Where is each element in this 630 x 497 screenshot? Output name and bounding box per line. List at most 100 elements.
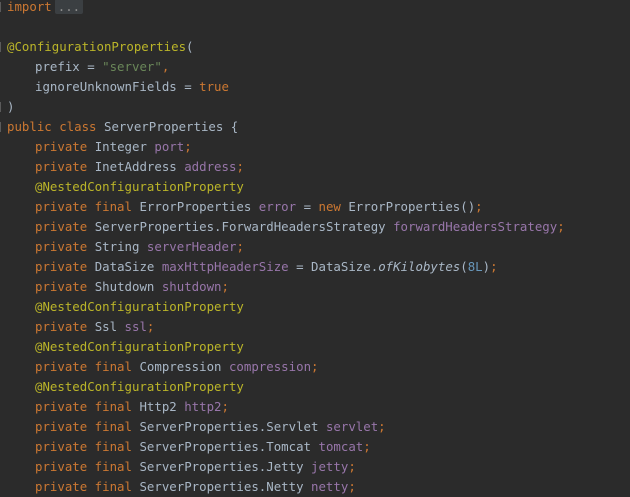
code-token: Ssl (94, 319, 125, 334)
fold-toggle-icon[interactable] (0, 101, 4, 113)
code-token: ErrorProperties() (348, 199, 476, 214)
code-token: private final (35, 419, 140, 434)
folded-imports-button[interactable]: ... (54, 0, 84, 14)
code-line[interactable]: private Ssl ssl; (7, 317, 154, 337)
code-token: 8L (467, 259, 483, 274)
code-token: ; (236, 239, 244, 254)
code-token: private (35, 159, 95, 174)
code-token: ServerProperties.ForwardHeadersStrategy (94, 219, 394, 234)
code-line[interactable]: private final ErrorProperties error = ne… (7, 197, 483, 217)
code-line[interactable]: private Integer port; (7, 137, 192, 157)
code-line[interactable]: private final ServerProperties.Jetty jet… (7, 457, 356, 477)
code-line[interactable]: import... (7, 0, 84, 17)
code-line[interactable]: ) (7, 97, 14, 117)
code-token: @ConfigurationProperties (7, 39, 187, 54)
code-token: ServerProperties { (103, 119, 239, 134)
code-token: String (94, 239, 147, 254)
code-line[interactable]: @ConfigurationProperties( (7, 37, 194, 57)
code-token: servlet (325, 419, 379, 434)
code-line[interactable]: @NestedConfigurationProperty (7, 177, 244, 197)
code-token: new (318, 199, 349, 214)
code-line[interactable]: private InetAddress address; (7, 157, 244, 177)
code-token: private final (35, 459, 140, 474)
code-token: ; (363, 439, 371, 454)
code-token: prefix = (35, 59, 103, 74)
code-token: ; (348, 459, 356, 474)
code-token: Http2 (139, 399, 185, 414)
code-line[interactable]: private final Compression compression; (7, 357, 319, 377)
code-token: ; (378, 419, 386, 434)
code-token: ServerProperties.Tomcat (139, 439, 319, 454)
code-token: ( (186, 39, 194, 54)
code-line[interactable]: prefix = "server", (7, 57, 169, 77)
code-token: @NestedConfigurationProperty (35, 299, 244, 314)
code-token: ) (7, 99, 15, 114)
code-token: address (184, 159, 237, 174)
code-token: private (35, 219, 95, 234)
code-token: private final (35, 199, 140, 214)
code-token: private final (35, 439, 140, 454)
code-line[interactable]: ignoreUnknownFields = true (7, 77, 229, 97)
code-token: = DataSize. (288, 259, 379, 274)
code-token: ; (490, 259, 498, 274)
code-line[interactable]: private final ServerProperties.Servlet s… (7, 417, 386, 437)
code-line[interactable]: public class ServerProperties { (7, 117, 238, 137)
code-token: private (35, 239, 95, 254)
code-token: import (7, 0, 52, 14)
code-token: private final (35, 399, 140, 414)
code-line[interactable]: private final ServerProperties.Tomcat to… (7, 437, 371, 457)
code-token: serverHeader (146, 239, 237, 254)
code-token: Compression (139, 359, 229, 374)
code-token: ; (348, 479, 356, 494)
code-token: ; (311, 359, 319, 374)
code-token: @NestedConfigurationProperty (35, 179, 244, 194)
code-token: Integer (94, 139, 155, 154)
code-token: tomcat (318, 439, 364, 454)
fold-toggle-icon[interactable] (0, 41, 4, 53)
code-line[interactable]: @NestedConfigurationProperty (7, 297, 244, 317)
code-token: error (258, 199, 297, 214)
code-token: ; (221, 279, 229, 294)
code-line[interactable]: private final ServerProperties.Netty net… (7, 477, 356, 497)
code-token: compression (228, 359, 312, 374)
code-token: ( (460, 259, 468, 274)
code-token: port (154, 139, 185, 154)
code-token: http2 (184, 399, 222, 414)
code-token: InetAddress (94, 159, 185, 174)
code-token: jetty (311, 459, 349, 474)
code-token: ServerProperties.Jetty (139, 459, 312, 474)
code-editor[interactable]: import... @ConfigurationProperties(prefix… (0, 0, 630, 496)
code-token: ; (146, 319, 155, 334)
code-line[interactable]: private final Http2 http2; (7, 397, 229, 417)
code-token: @NestedConfigurationProperty (35, 379, 244, 394)
code-token: "server" (102, 59, 162, 74)
code-line[interactable]: private Shutdown shutdown; (7, 277, 229, 297)
code-token: ; (236, 159, 244, 174)
code-line[interactable]: @NestedConfigurationProperty (7, 377, 244, 397)
code-token: private (35, 259, 95, 274)
code-token: ssl (124, 319, 147, 334)
fold-toggle-icon[interactable] (0, 121, 4, 133)
code-line[interactable]: private String serverHeader; (7, 237, 244, 257)
code-token: public class (7, 119, 104, 134)
code-token: ServerProperties.Servlet (139, 419, 326, 434)
code-token: private (35, 139, 95, 154)
code-token: ; (475, 199, 483, 214)
code-token: ; (221, 399, 229, 414)
fold-toggle-icon[interactable] (0, 1, 4, 13)
code-token: ofKilobytes (378, 259, 461, 274)
code-token: Shutdown (94, 279, 162, 294)
code-token: , (161, 59, 170, 74)
code-token: = (296, 199, 319, 214)
code-line[interactable]: @NestedConfigurationProperty (7, 337, 244, 357)
code-token: ; (557, 219, 565, 234)
code-token: private final (35, 479, 140, 494)
code-token: ) (482, 259, 491, 274)
code-token: DataSize (94, 259, 162, 274)
code-token: private (35, 319, 95, 334)
code-token: ErrorProperties (139, 199, 259, 214)
code-line[interactable]: private DataSize maxHttpHeaderSize = Dat… (7, 257, 498, 277)
code-token: true (199, 79, 229, 94)
code-token: shutdown (161, 279, 222, 294)
code-line[interactable]: private ServerProperties.ForwardHeadersS… (7, 217, 565, 237)
